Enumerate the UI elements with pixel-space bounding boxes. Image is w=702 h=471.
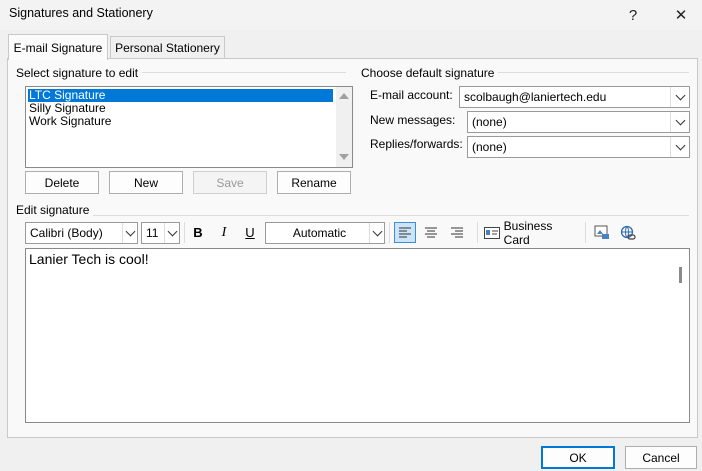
replies-forwards-dropdown[interactable] [670,137,689,157]
signature-text[interactable]: Lanier Tech is cool! [29,251,149,267]
signature-editor[interactable]: Lanier Tech is cool! [25,248,690,423]
chevron-down-icon [125,226,135,236]
signature-list-scrollbar[interactable] [336,87,352,167]
choose-default-label: Choose default signature [361,66,499,80]
replies-forwards-select[interactable]: (none) [467,136,690,158]
delete-button-label: Delete [44,175,80,190]
align-left-icon [399,227,411,238]
save-button-label: Save [216,175,244,190]
font-size-select[interactable]: 11 [141,222,180,244]
ok-button[interactable]: OK [541,446,615,469]
window-title: Signatures and Stationery [9,6,153,20]
new-messages-select[interactable]: (none) [467,111,690,133]
edit-signature-label: Edit signature [16,203,94,217]
align-left-button[interactable] [394,222,416,243]
font-color-dropdown[interactable] [369,223,384,243]
font-value: Calibri (Body) [30,226,103,240]
email-account-label: E-mail account: [370,88,453,102]
insert-hyperlink-button[interactable] [618,222,638,243]
email-account-value: scolbaugh@laniertech.edu [464,90,607,104]
picture-icon [594,225,609,239]
delete-button[interactable]: Delete [25,171,99,194]
select-signature-label: Select signature to edit [16,66,143,80]
tab-personal-stationery-label: Personal Stationery [115,41,220,55]
replies-forwards-value: (none) [472,140,507,154]
email-account-dropdown[interactable] [670,87,689,107]
title-bar: Signatures and Stationery ? ✕ [0,0,702,30]
new-button[interactable]: New [109,171,183,194]
business-card-icon [484,226,500,239]
bold-button[interactable]: B [188,222,208,243]
new-messages-label: New messages: [370,113,456,127]
tab-email-signature[interactable]: E-mail Signature [8,34,108,60]
font-color-select[interactable]: Automatic [265,222,385,244]
help-icon: ? [628,6,638,24]
hyperlink-icon [620,225,636,240]
tab-personal-stationery[interactable]: Personal Stationery [110,36,225,59]
new-button-label: New [133,175,158,190]
italic-button[interactable]: I [214,222,234,243]
toolbar-separator [389,222,390,243]
edit-divider [16,215,689,216]
bold-icon: B [193,225,203,240]
font-dropdown[interactable] [122,223,137,243]
signature-item-work[interactable]: Work Signature [28,115,333,128]
signature-list[interactable]: LTC Signature Silly Signature Work Signa… [25,86,353,168]
underline-button[interactable]: U [240,222,260,243]
chevron-down-icon [372,226,382,236]
editor-scrollbar[interactable] [673,249,689,422]
rename-button-label: Rename [291,175,337,190]
font-color-value: Automatic [292,226,347,240]
scroll-up-icon[interactable] [339,93,349,99]
chevron-down-icon [675,140,685,150]
toolbar-separator [477,222,478,243]
replies-forwards-label: Replies/forwards: [370,137,463,151]
font-select[interactable]: Calibri (Body) [25,222,138,244]
new-messages-value: (none) [472,115,507,129]
align-right-button[interactable] [446,222,468,243]
new-messages-dropdown[interactable] [670,112,689,132]
align-right-icon [451,227,463,238]
save-button[interactable]: Save [193,171,267,194]
close-icon: ✕ [674,7,688,24]
italic-icon: I [221,224,227,240]
chevron-down-icon [675,90,685,100]
align-center-icon [425,227,437,238]
toolbar-separator [184,222,185,243]
business-card-button[interactable]: Business Card [484,219,580,247]
insert-picture-button[interactable] [592,222,612,243]
chevron-down-icon [675,115,685,125]
align-center-button[interactable] [420,222,442,243]
close-button[interactable]: ✕ [658,0,702,30]
help-button[interactable]: ? [610,0,656,30]
scroll-down-icon[interactable] [339,154,349,160]
rename-button[interactable]: Rename [277,171,351,194]
cancel-button[interactable]: Cancel [625,446,697,469]
font-size-dropdown[interactable] [164,223,179,243]
email-account-select[interactable]: scolbaugh@laniertech.edu [459,86,690,108]
cancel-button-label: Cancel [642,450,680,465]
toolbar-separator [585,222,586,243]
font-size-value: 11 [146,226,159,240]
chevron-down-icon [167,226,177,236]
tab-email-signature-label: E-mail Signature [13,40,103,55]
underline-icon: U [245,225,255,240]
business-card-label: Business Card [503,218,553,247]
editor-scroll-thumb[interactable] [679,267,682,283]
ok-button-label: OK [569,450,587,465]
